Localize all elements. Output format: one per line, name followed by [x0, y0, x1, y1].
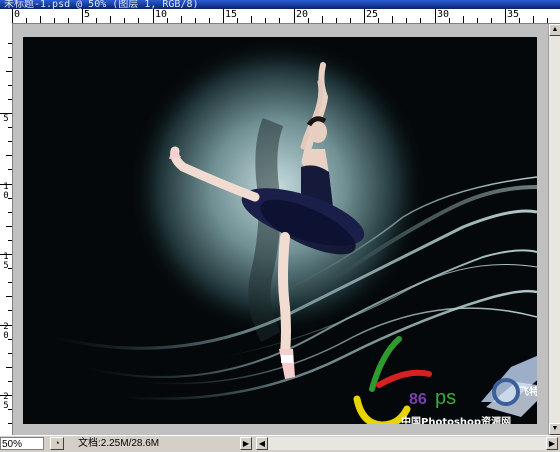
zoom-field[interactable]: 50%: [0, 437, 44, 450]
ruler-label: 10: [155, 9, 168, 20]
ruler-horizontal[interactable]: 0 5 10 15 20 25 30 35: [12, 9, 560, 24]
ruler-label: 1 0: [3, 182, 9, 201]
ruler-label: 15: [225, 9, 238, 20]
ps86-number: 86: [409, 391, 427, 408]
ruler-label: 5: [3, 114, 9, 124]
ruler-label: 25: [366, 9, 379, 20]
ruler-ticks-vertical: [0, 43, 12, 424]
vertical-scrollbar[interactable]: ▲ ▼: [548, 24, 560, 435]
status-bar: 50% ◔ 文档:2.25M/28.6M ▶ ◀ ▶: [0, 435, 560, 452]
ruler-label: 2 5: [3, 392, 9, 411]
ruler-vertical[interactable]: 5 1 0 1 5 2 0 2 5: [0, 23, 13, 435]
document-size-info: 文档:2.25M/28.6M: [78, 438, 160, 449]
scroll-right-arrow-icon[interactable]: ▶: [546, 437, 558, 450]
scroll-left-arrow-icon[interactable]: ◀: [256, 437, 268, 450]
document-image[interactable]: 86 ps 中国Photoshop资源网 飞特网: [23, 37, 537, 424]
fevte-logo-text: 飞特网: [519, 385, 537, 398]
ruler-label: 30: [437, 9, 450, 20]
navigator-preview-icon[interactable]: ◔: [50, 437, 64, 450]
scroll-up-arrow-icon[interactable]: ▲: [549, 24, 560, 36]
ruler-label: 20: [296, 9, 309, 20]
ruler-ticks: [12, 9, 548, 23]
ruler-label: 35: [507, 9, 520, 20]
ruler-label: 5: [84, 9, 91, 20]
title-bar: 未标题-1.psd @ 50% (图层 1, RGB/8): [0, 0, 560, 9]
ruler-label: 0: [14, 9, 21, 20]
status-menu-arrow-icon[interactable]: ▶: [240, 437, 252, 450]
ruler-label: 2 0: [3, 322, 9, 341]
horizontal-scrollbar[interactable]: [268, 437, 546, 450]
fevte-watermark-logo: 飞特网: [481, 355, 537, 417]
window-title: 未标题-1.psd @ 50% (图层 1, RGB/8): [4, 0, 199, 9]
ps86-ps: ps: [435, 387, 456, 409]
ruler-label: 1 5: [3, 252, 9, 271]
scroll-down-arrow-icon[interactable]: ▼: [549, 423, 560, 435]
